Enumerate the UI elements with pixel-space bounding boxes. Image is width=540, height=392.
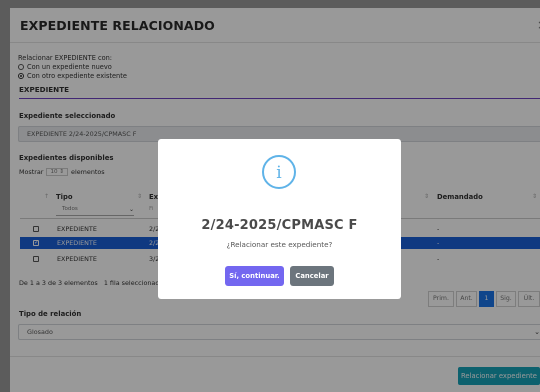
info-icon: i — [262, 155, 296, 189]
info-glyph: i — [276, 163, 282, 183]
cancel-button[interactable]: Cancelar — [290, 266, 334, 286]
confirm-button[interactable]: Sí, continuar. — [225, 266, 284, 286]
modal-text: ¿Relacionar este expediente? — [226, 240, 333, 249]
modal-title: 2/24-2025/CPMASC F — [201, 218, 358, 233]
